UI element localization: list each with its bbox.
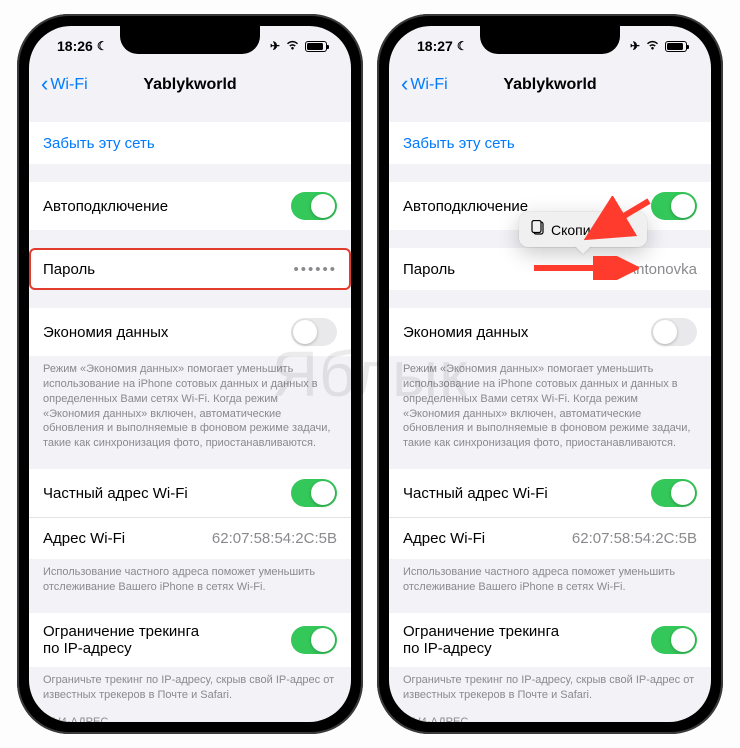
private-address-row: Частный адрес Wi-Fi (389, 469, 711, 517)
screen: 18:26 ☾ ✈ ‹ Wi-Fi Yablykworld Забыть эту… (29, 26, 351, 722)
limit-tracking-toggle[interactable] (651, 626, 697, 654)
copy-label: Скопировать (551, 222, 635, 238)
ipv4-header: IPV4-АДРЕС (389, 702, 711, 722)
nav-title: Yablykworld (143, 76, 236, 94)
status-time: 18:26 (57, 38, 93, 54)
password-value: •••••• (293, 261, 337, 278)
low-data-toggle[interactable] (651, 318, 697, 346)
wifi-address-label: Адрес Wi-Fi (43, 530, 125, 547)
low-data-row: Экономия данных (29, 308, 351, 356)
ipv4-header: IPV4-АДРЕС (29, 702, 351, 722)
dnd-moon-icon: ☾ (97, 39, 108, 53)
auto-join-label: Автоподключение (403, 198, 528, 215)
limit-tracking-toggle[interactable] (291, 626, 337, 654)
limit-tracking-label-2: по IP-адресу (403, 640, 559, 657)
low-data-row: Экономия данных (389, 308, 711, 356)
low-data-footer: Режим «Экономия данных» помогает уменьши… (389, 356, 711, 451)
notch (480, 26, 620, 54)
battery-icon (305, 41, 327, 52)
nav-bar: ‹ Wi-Fi Yablykworld (389, 66, 711, 104)
password-value: Antonovka (626, 261, 697, 278)
auto-join-label: Автоподключение (43, 198, 168, 215)
wifi-address-label: Адрес Wi-Fi (403, 530, 485, 547)
wifi-address-value: 62:07:58:54:2C:5B (212, 530, 337, 547)
address-footer: Использование частного адреса поможет ум… (29, 559, 351, 595)
wifi-icon (285, 39, 300, 53)
clipboard-icon (531, 220, 545, 239)
address-footer: Использование частного адреса поможет ум… (389, 559, 711, 595)
password-label: Пароль (403, 261, 455, 278)
limit-tracking-label-1: Ограничение трекинга (43, 623, 199, 640)
wifi-icon (645, 39, 660, 53)
phone-frame-left: 18:26 ☾ ✈ ‹ Wi-Fi Yablykworld Забыть эту… (17, 14, 363, 734)
password-label: Пароль (43, 261, 95, 278)
private-address-toggle[interactable] (291, 479, 337, 507)
auto-join-toggle[interactable] (291, 192, 337, 220)
auto-join-row: Автоподключение (29, 182, 351, 230)
airplane-icon: ✈ (270, 39, 280, 53)
forget-label: Забыть эту сеть (43, 135, 155, 152)
wifi-address-row: Адрес Wi-Fi 62:07:58:54:2C:5B (389, 517, 711, 559)
wifi-address-row: Адрес Wi-Fi 62:07:58:54:2C:5B (29, 517, 351, 559)
battery-icon (665, 41, 687, 52)
auto-join-toggle[interactable] (651, 192, 697, 220)
back-button[interactable]: ‹ Wi-Fi (401, 75, 448, 95)
limit-tracking-row: Ограничение трекинга по IP-адресу (389, 613, 711, 667)
tracking-footer: Ограничьте трекинг по IP-адресу, скрыв с… (389, 667, 711, 703)
tracking-footer: Ограничьте трекинг по IP-адресу, скрыв с… (29, 667, 351, 703)
limit-tracking-row: Ограничение трекинга по IP-адресу (29, 613, 351, 667)
limit-tracking-label-1: Ограничение трекинга (403, 623, 559, 640)
forget-network-button[interactable]: Забыть эту сеть (389, 122, 711, 164)
low-data-footer: Режим «Экономия данных» помогает уменьши… (29, 356, 351, 451)
screen: 18:27 ☾ ✈ ‹ Wi-Fi Yablykworld Забыть эту… (389, 26, 711, 722)
private-address-label: Частный адрес Wi-Fi (43, 485, 188, 502)
forget-network-button[interactable]: Забыть эту сеть (29, 122, 351, 164)
back-button[interactable]: ‹ Wi-Fi (41, 75, 88, 95)
nav-title: Yablykworld (503, 76, 596, 94)
chevron-left-icon: ‹ (401, 73, 408, 95)
low-data-label: Экономия данных (403, 324, 528, 341)
private-address-row: Частный адрес Wi-Fi (29, 469, 351, 517)
nav-bar: ‹ Wi-Fi Yablykworld (29, 66, 351, 104)
dnd-moon-icon: ☾ (457, 39, 468, 53)
chevron-left-icon: ‹ (41, 73, 48, 95)
wifi-address-value: 62:07:58:54:2C:5B (572, 530, 697, 547)
forget-label: Забыть эту сеть (403, 135, 515, 152)
notch (120, 26, 260, 54)
password-row[interactable]: Пароль Antonovka (389, 248, 711, 290)
phone-frame-right: 18:27 ☾ ✈ ‹ Wi-Fi Yablykworld Забыть эту… (377, 14, 723, 734)
content-area[interactable]: Забыть эту сеть Автоподключение Пароль •… (29, 104, 351, 722)
back-label: Wi-Fi (50, 76, 87, 94)
low-data-label: Экономия данных (43, 324, 168, 341)
copy-popover[interactable]: Скопировать (519, 212, 647, 247)
private-address-label: Частный адрес Wi-Fi (403, 485, 548, 502)
private-address-toggle[interactable] (651, 479, 697, 507)
airplane-icon: ✈ (630, 39, 640, 53)
status-time: 18:27 (417, 38, 453, 54)
low-data-toggle[interactable] (291, 318, 337, 346)
content-area[interactable]: Забыть эту сеть Автоподключение Скопиров… (389, 104, 711, 722)
limit-tracking-label-2: по IP-адресу (43, 640, 199, 657)
password-row[interactable]: Пароль •••••• (29, 248, 351, 290)
back-label: Wi-Fi (410, 76, 447, 94)
